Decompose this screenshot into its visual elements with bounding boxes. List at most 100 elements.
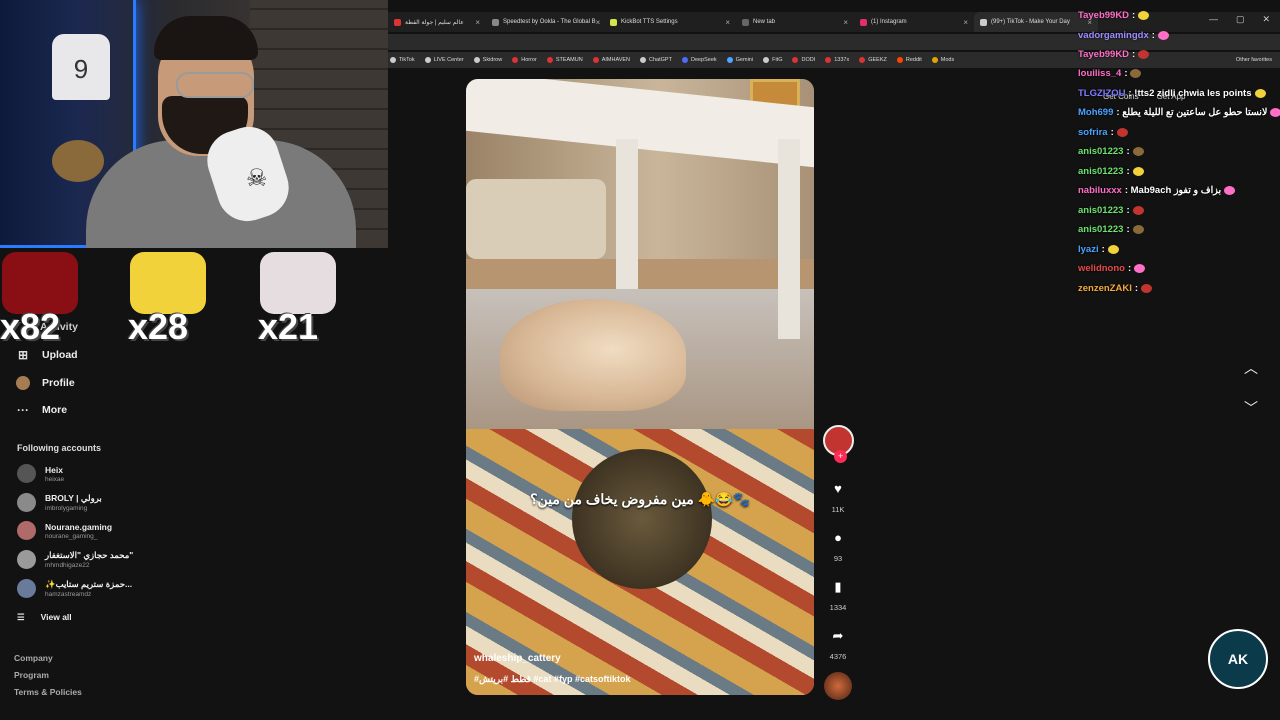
emote-icon	[1134, 264, 1146, 273]
jersey-number: 9	[73, 54, 89, 84]
tab-favicon	[394, 18, 401, 26]
close-icon[interactable]: ×	[725, 18, 730, 27]
bookmark-favicon	[424, 57, 431, 63]
bookmark[interactable]: TikTok	[390, 57, 415, 63]
video-username[interactable]: whaleship_cattery	[474, 653, 561, 664]
bookmark[interactable]: LIVE Center	[424, 57, 464, 63]
chat-username: Tayeb99KD	[1078, 10, 1130, 21]
bookmark[interactable]: Horror	[512, 57, 537, 63]
chat-message: zenzenZAKI:	[1078, 283, 1153, 294]
music-disc-icon[interactable]	[824, 672, 852, 700]
creator-avatar[interactable]: +	[823, 425, 854, 463]
footer-program[interactable]: Program	[14, 670, 49, 680]
chat-text: :	[1132, 10, 1136, 21]
browser-tab[interactable]: عالم سليم | جولة القطة ×	[388, 12, 486, 32]
chat-overlay: Tayeb99KD: vadorgamingdx: Tayeb99KD: louili…	[1073, 0, 1280, 300]
comment-button[interactable]: ● 93	[818, 530, 858, 563]
sidebar-item-upload[interactable]: ⊞ Upload	[16, 348, 78, 362]
bookmark[interactable]: FitG	[763, 57, 782, 63]
emote-icon	[1138, 11, 1150, 20]
footer-terms[interactable]: Terms & Policies	[14, 687, 82, 697]
following-account[interactable]: ✨حمزة ستريم ستايب... hamzastreamdz	[17, 579, 132, 598]
chat-text: :	[1127, 263, 1132, 274]
chat-username: anis01223	[1078, 146, 1124, 157]
bookmark[interactable]: 1337x	[825, 57, 849, 63]
bookmark-favicon	[825, 57, 832, 63]
chat-username: nabiluxxx	[1078, 185, 1122, 196]
emote-icon	[1132, 167, 1144, 176]
sidebar-item-label: More	[42, 404, 68, 416]
stream-screen: عالم سليم | جولة القطة × Speedtest by Ook…	[0, 0, 1280, 720]
close-icon[interactable]: ×	[843, 18, 848, 27]
browser-tab[interactable]: KickBot TTS Settings ×	[604, 12, 736, 32]
bookmark-label: TikTok	[399, 57, 415, 63]
chevron-up-icon[interactable]: ︿	[1244, 358, 1258, 378]
chat-text: :	[1126, 205, 1130, 216]
bookmark[interactable]: GEEKZ	[859, 57, 887, 63]
bookmark[interactable]: DeepSeek	[681, 57, 717, 63]
bookmark-favicon	[592, 57, 599, 63]
video-player[interactable]: مين مفروض يخاف من مين؟ 🐥😂🐾 whaleship_cat…	[466, 79, 814, 695]
gift-image-icon	[2, 252, 78, 314]
chat-text: :	[1126, 166, 1130, 177]
skull-logo-icon: ☠	[246, 165, 268, 192]
gift-counter: x21	[258, 252, 344, 347]
close-icon[interactable]: ×	[475, 18, 480, 27]
close-icon[interactable]: ×	[963, 18, 968, 27]
bookmark-favicon	[763, 57, 770, 63]
chevron-down-icon[interactable]: ﹀	[1244, 398, 1258, 418]
bookmark[interactable]: DODI	[792, 57, 815, 63]
follow-plus-icon[interactable]: +	[834, 450, 847, 463]
bookmark[interactable]: Reddit	[896, 57, 922, 63]
emote-icon	[1130, 69, 1142, 78]
account-handle: imbrolygaming	[45, 505, 88, 512]
following-account[interactable]: BROLY | برولي imbrolygaming	[17, 493, 102, 512]
video-hashtags[interactable]: #قطط #بريتش #cat #fyp #catsoftiktok	[474, 674, 630, 685]
browser-tab[interactable]: Speedtest by Ookla - The Global B ×	[486, 12, 604, 32]
avatar	[17, 493, 36, 512]
bookmark[interactable]: Mods	[931, 57, 954, 63]
tab-favicon	[610, 18, 617, 26]
bookmark[interactable]: ChatGPT	[640, 57, 672, 63]
close-icon[interactable]: ×	[596, 18, 601, 27]
tab-label: (99+) TikTok - Make Your Day	[991, 19, 1070, 25]
chat-text: : !tts2 zidli chwia les points	[1128, 88, 1252, 99]
bookmark-label: Horror	[521, 57, 537, 63]
tab-label: (1) Instagram	[871, 19, 907, 25]
chat-username: anis01223	[1078, 166, 1124, 177]
more-icon: ···	[17, 403, 29, 417]
bookmark[interactable]: AIMHAVEN	[592, 57, 630, 63]
account-name: ✨حمزة ستريم ستايب...	[45, 579, 133, 589]
bookmark[interactable]: STEAMUN	[546, 57, 583, 63]
chat-text: :	[1101, 244, 1105, 255]
share-button[interactable]: ➦ 4376	[818, 628, 858, 661]
chat-username: TLGZIZOU	[1078, 88, 1126, 99]
following-account[interactable]: Heix heixae	[17, 464, 64, 483]
bookmark-label: LIVE Center	[433, 57, 464, 63]
view-all-label: View all	[40, 612, 72, 622]
share-count: 4376	[829, 652, 847, 661]
footer-company[interactable]: Company	[14, 653, 53, 663]
bookmark-label: 1337x	[834, 57, 850, 63]
sidebar-item-profile[interactable]: Profile	[16, 376, 75, 390]
like-button[interactable]: ♥ 11K	[818, 481, 858, 514]
bookmark[interactable]: Gemini	[726, 57, 754, 63]
chat-message: louiliss_4:	[1078, 68, 1142, 79]
bookmark-favicon	[726, 57, 733, 63]
account-handle: nourane_gaming_	[45, 532, 98, 540]
view-all-link[interactable]: ☰ View all	[17, 612, 72, 623]
following-account[interactable]: محمد حجازي "الاستغفار" mhmdhigaze22	[17, 550, 133, 569]
chat-username: lyazi	[1078, 244, 1099, 255]
chat-message: anis01223:	[1078, 166, 1144, 177]
account-name: Heix	[45, 464, 63, 475]
following-account[interactable]: Nourane.gaming nourane_gaming_	[17, 521, 112, 540]
browser-tab[interactable]: New tab ×	[736, 12, 854, 32]
list-icon: ☰	[17, 612, 25, 622]
bookmark[interactable]: Skidrow	[473, 57, 502, 63]
bookmark-label: Gemini	[735, 57, 754, 63]
emote-icon	[1116, 128, 1128, 137]
bookmark-label: GEEKZ	[868, 57, 887, 63]
sidebar-item-more[interactable]: ··· More	[16, 403, 67, 417]
browser-tab[interactable]: (1) Instagram ×	[854, 12, 974, 32]
save-button[interactable]: ▮ 1334	[818, 579, 858, 612]
